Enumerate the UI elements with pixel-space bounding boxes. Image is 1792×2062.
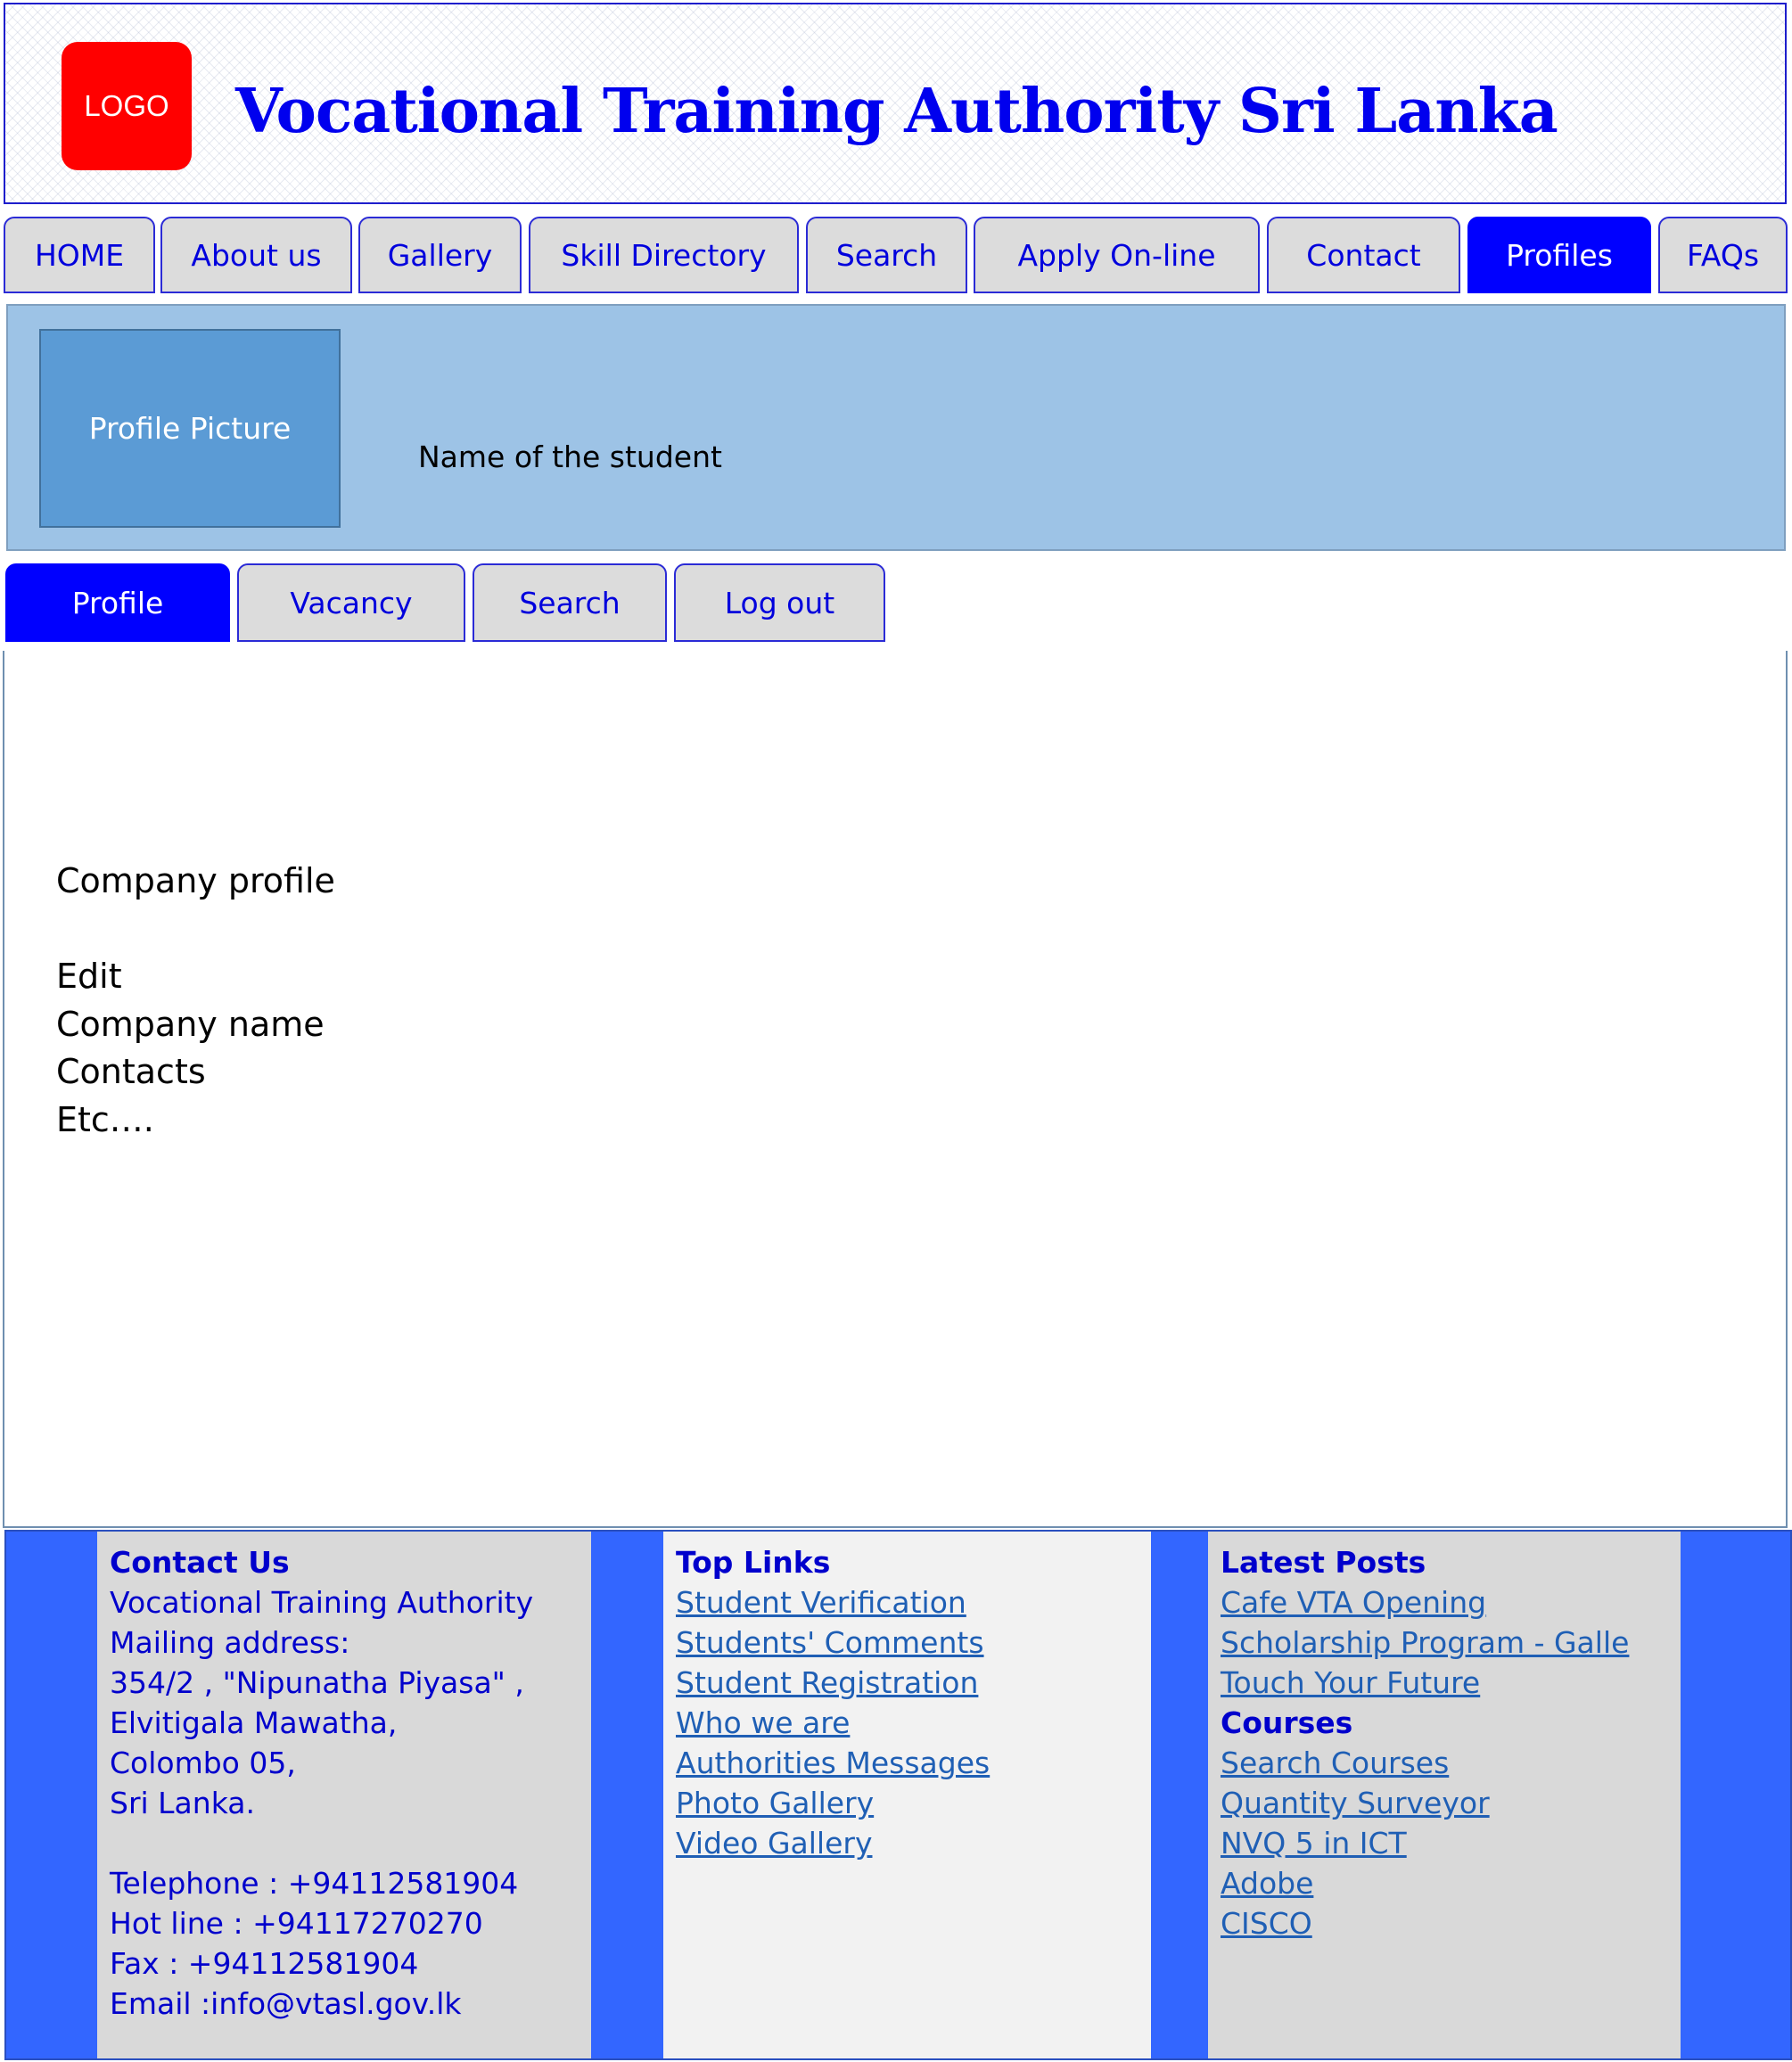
nav-contact[interactable]: Contact [1267,217,1460,293]
nav-profiles[interactable]: Profiles [1467,217,1651,293]
contact-line: Colombo 05, [110,1746,296,1780]
student-name: Name of the student [418,440,722,474]
nav-skill-directory[interactable]: Skill Directory [529,217,799,293]
footer-posts-column: Latest Posts Cafe VTA Opening Scholarshi… [1208,1532,1681,2058]
tab-search[interactable]: Search [473,563,667,642]
footer-top-links-column: Top Links Student Verification Students'… [663,1532,1151,2058]
company-name-line: Company name [56,1005,325,1044]
fax-line: Fax : +94112581904 [110,1946,419,1981]
tab-vacancy[interactable]: Vacancy [237,563,465,642]
link-authorities-messages[interactable]: Authorities Messages [676,1743,1138,1783]
edit-link[interactable]: Edit [56,957,122,996]
link-cafe-vta-opening[interactable]: Cafe VTA Opening [1221,1582,1668,1622]
nav-faqs[interactable]: FAQs [1658,217,1788,293]
nav-gallery[interactable]: Gallery [358,217,522,293]
profile-picture[interactable]: Profile Picture [39,329,341,528]
nav-apply-online[interactable]: Apply On-line [974,217,1260,293]
profile-banner: Profile Picture Name of the student [6,304,1786,551]
link-who-we-are[interactable]: Who we are [676,1703,1138,1743]
courses-heading: Courses [1221,1705,1353,1740]
site-title: Vocational Training Authority Sri Lanka [235,76,1558,147]
nav-about-us[interactable]: About us [160,217,352,293]
site-logo[interactable]: LOGO [62,42,192,170]
link-photo-gallery[interactable]: Photo Gallery [676,1783,1138,1823]
link-touch-your-future[interactable]: Touch Your Future [1221,1663,1668,1703]
link-nvq5-ict[interactable]: NVQ 5 in ICT [1221,1823,1668,1863]
link-video-gallery[interactable]: Video Gallery [676,1823,1138,1863]
site-header: LOGO Vocational Training Authority Sri L… [4,3,1787,204]
contact-line: Elvitigala Mawatha, [110,1705,398,1740]
link-scholarship-program[interactable]: Scholarship Program - Galle [1221,1622,1668,1663]
link-adobe[interactable]: Adobe [1221,1863,1668,1903]
contacts-line: Contacts [56,1052,206,1091]
top-links-heading: Top Links [676,1545,831,1580]
nav-home[interactable]: HOME [4,217,155,293]
tab-log-out[interactable]: Log out [674,563,885,642]
tab-profile[interactable]: Profile [5,563,230,642]
contact-line: Sri Lanka. [110,1786,255,1820]
contact-line: 354/2 , "Nipunatha Piyasa" , [110,1665,524,1700]
site-footer: Contact Us Vocational Training Authority… [4,1530,1792,2060]
link-quantity-surveyor[interactable]: Quantity Surveyor [1221,1783,1668,1823]
link-cisco[interactable]: CISCO [1221,1903,1668,1943]
content-panel: Company profile Edit Company name Contac… [3,651,1788,1528]
telephone-line: Telephone : +94112581904 [110,1866,519,1901]
latest-posts-heading: Latest Posts [1221,1545,1426,1580]
email-line[interactable]: Email :info@vtasl.gov.lk [110,1984,579,2024]
contact-line: Vocational Training Authority [110,1585,534,1620]
contact-line: Mailing address: [110,1625,350,1660]
footer-contact-column: Contact Us Vocational Training Authority… [97,1532,591,2058]
link-search-courses[interactable]: Search Courses [1221,1743,1668,1783]
etc-line: Etc…. [56,1100,154,1139]
link-students-comments[interactable]: Students' Comments [676,1622,1138,1663]
hotline-line: Hot line : +94117270270 [110,1906,483,1941]
link-student-verification[interactable]: Student Verification [676,1582,1138,1622]
company-profile-heading: Company profile [56,861,335,900]
nav-search[interactable]: Search [806,217,967,293]
link-student-registration[interactable]: Student Registration [676,1663,1138,1703]
contact-us-heading: Contact Us [110,1545,290,1580]
